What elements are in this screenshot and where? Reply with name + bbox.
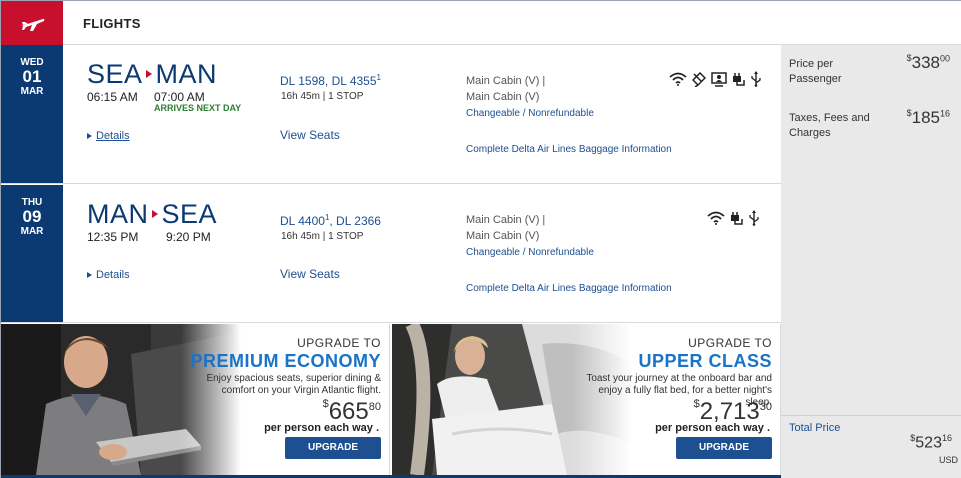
upgrade-promo-upper-class: UPGRADE TO UPPER CLASS Toast your journe… [392,324,781,475]
cabin-class-1: Main Cabin (V) | [466,214,546,226]
flight-number-text-2: , DL 2366 [329,214,381,228]
price-cents: 00 [939,53,950,64]
duration-stops: 16h 45m | 1 STOP [281,231,364,242]
fare-rules-link[interactable]: Changeable / Nonrefundable [466,247,594,258]
flight-numbers[interactable]: DL 1598, DL 43551 [280,73,381,88]
fare-rules-link[interactable]: Changeable / Nonrefundable [466,108,594,119]
details-label: Details [96,130,130,142]
details-link[interactable]: Details [87,130,130,142]
route: SEA MAN [87,59,217,90]
taxes-cents: 16 [939,108,950,119]
cabin-upgrade-name: PREMIUM ECONOMY [190,351,381,371]
expand-triangle-icon [87,133,92,140]
depart-time: 06:15 AM [87,90,138,104]
arrive-time: 07:00 AM [154,90,205,104]
month: MAR [20,226,44,237]
destination-code: SEA [161,199,218,229]
route-arrow-icon [151,209,158,218]
upgrade-price-whole: 665 [328,398,369,425]
origin-code: SEA [87,59,143,89]
power-plug-icon [732,72,746,92]
cabin-class-2: Main Cabin (V) [466,91,540,103]
flight-numbers[interactable]: DL 44001, DL 2366 [280,213,381,228]
footnote-marker: 1 [376,73,381,82]
per-person-note: per person each way . [655,422,770,434]
upgrade-price-cents: 80 [368,401,381,413]
price-per-passenger-label: Price per Passenger [789,58,842,85]
satellite-tv-icon [691,71,707,92]
currency-code: USD [938,455,958,465]
page-title: FLIGHTS [83,16,141,31]
view-seats-link[interactable]: View Seats [280,267,340,281]
origin-code: MAN [87,199,149,229]
power-plug-icon [730,211,744,231]
photo-fade [181,324,241,475]
upgrade-to-text: UPGRADE TO [688,336,772,350]
flights-header: FLIGHTS [1,1,961,45]
promo-description: Enjoy spacious seats, superior dining & … [206,373,381,396]
cabin-class-2: Main Cabin (V) [466,230,540,242]
route-arrow-icon [145,69,152,78]
flight-row-return: THU 09 MAR MAN SEA 12:35 PM 9:20 PM Detai… [1,185,781,323]
arrive-time: 9:20 PM [166,230,211,244]
route: MAN SEA [87,199,217,230]
amenities [707,210,759,231]
wifi-icon [707,211,725,230]
flight-number-text: DL 4400 [280,214,325,228]
price-per-passenger-value: $33800 [907,53,950,73]
details-label: Details [96,269,130,281]
depart-time: 12:35 PM [87,230,139,244]
upgrade-promo-premium-economy: UPGRADE TO PREMIUM ECONOMY Enjoy spaciou… [1,324,390,475]
upgrade-price-cents: 30 [759,401,772,413]
expand-triangle-icon [87,272,92,279]
date-box: THU 09 MAR [1,185,63,322]
upgrade-button[interactable]: UPGRADE [676,437,772,459]
personal-screen-icon [711,71,727,92]
details-link[interactable]: Details [87,269,130,281]
total-cents: 16 [941,433,952,443]
usb-icon [751,71,761,92]
flight-summary-panel: FLIGHTS WED 01 MAR SEA MAN 06:15 AM 07:00… [0,0,961,478]
wifi-icon [669,72,687,91]
cabin-class-1: Main Cabin (V) | [466,75,546,87]
price-whole: 338 [911,53,940,72]
price-summary: Price per Passenger $33800 Taxes, Fees a… [781,45,961,478]
taxes-value: $18516 [907,108,950,128]
duration-stops: 16h 45m | 1 STOP [281,91,364,102]
flight-number-text: DL 1598, DL 4355 [280,74,377,88]
upgrade-to-text: UPGRADE TO [297,336,381,350]
destination-code: MAN [155,59,218,89]
taxes-whole: 185 [911,108,940,127]
usb-icon [749,210,759,231]
date-box: WED 01 MAR [1,45,63,183]
per-person-note: per person each way . [264,422,379,434]
airplane-icon [1,1,63,45]
total-whole: 523 [915,434,942,452]
cabin-upgrade-name: UPPER CLASS [638,351,772,371]
flight-row-outbound: WED 01 MAR SEA MAN 06:15 AM 07:00 AM ARRI… [1,45,781,184]
day-number: 09 [22,207,42,226]
day-number: 01 [22,67,42,86]
month: MAR [20,86,44,97]
baggage-info-link[interactable]: Complete Delta Air Lines Baggage Informa… [466,144,672,155]
amenities [669,71,761,92]
upgrade-button[interactable]: UPGRADE [285,437,381,459]
arrives-next-day-note: ARRIVES NEXT DAY [154,103,242,113]
taxes-label: Taxes, Fees and Charges [789,112,870,139]
view-seats-link[interactable]: View Seats [280,128,340,142]
total-price-label: Total Price [789,422,841,434]
total-price-value: $52316 [910,433,952,452]
divider [781,415,961,416]
upgrade-price-whole: 2,713 [699,398,760,425]
baggage-info-link[interactable]: Complete Delta Air Lines Baggage Informa… [466,283,672,294]
